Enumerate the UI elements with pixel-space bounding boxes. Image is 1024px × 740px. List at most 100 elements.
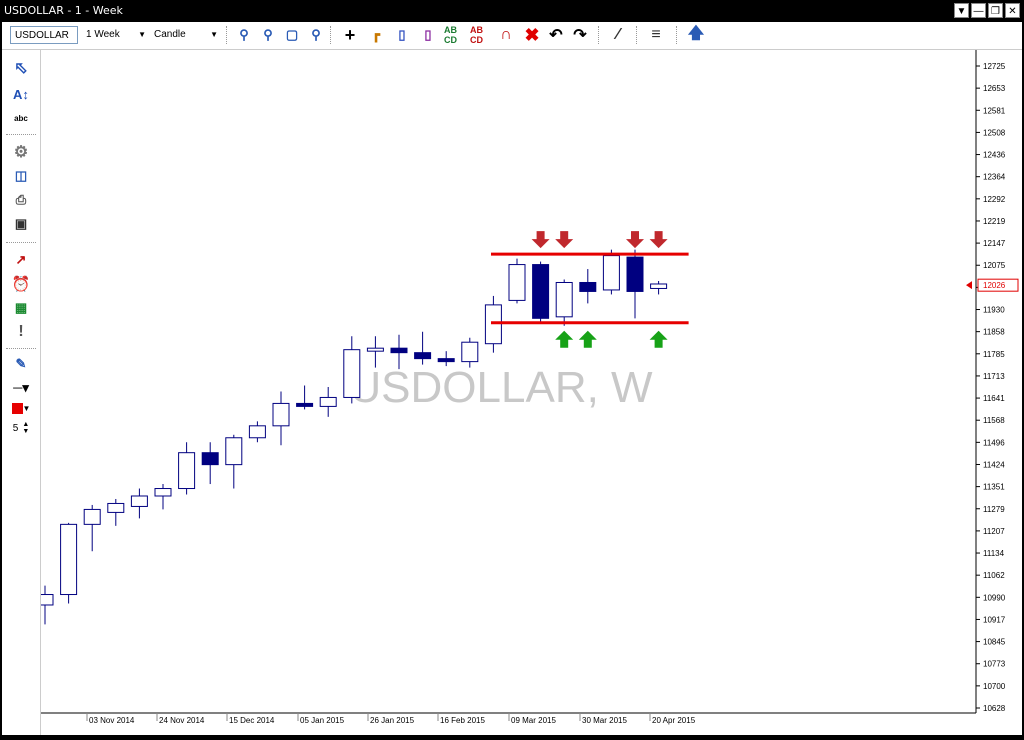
y-tick-label: 10628 xyxy=(983,704,1006,713)
symbol-input[interactable]: USDOLLAR xyxy=(10,26,78,44)
alert-icon[interactable]: ! xyxy=(11,322,31,342)
candle-body[interactable] xyxy=(225,437,243,466)
minimize-button[interactable]: — xyxy=(971,3,986,18)
candle-body[interactable] xyxy=(532,264,550,319)
candle-body[interactable] xyxy=(296,402,314,407)
save-icon[interactable]: ▣ xyxy=(11,214,31,234)
candle-chart-icon[interactable]: ▯ xyxy=(392,25,412,45)
candle-body[interactable] xyxy=(130,495,148,507)
label-icon[interactable]: abc xyxy=(11,108,31,128)
line-style-icon[interactable]: ─▾ xyxy=(11,378,31,398)
indicator-icon[interactable]: ↗ xyxy=(11,250,31,270)
cursor-icon[interactable]: ⬁ xyxy=(11,58,31,78)
x-tick-label: 20 Apr 2015 xyxy=(652,716,696,725)
candle-body[interactable] xyxy=(390,347,408,354)
y-tick-label: 11568 xyxy=(983,416,1005,425)
candle-body[interactable] xyxy=(626,256,644,292)
y-tick-label: 12725 xyxy=(983,62,1006,71)
candle-body[interactable] xyxy=(461,341,479,363)
delete-icon[interactable]: ✖ xyxy=(522,25,542,45)
y-tick-label: 11279 xyxy=(983,505,1005,514)
y-tick-label: 11496 xyxy=(983,438,1005,447)
trendline-icon[interactable]: ∕ xyxy=(608,25,628,45)
candle-body[interactable] xyxy=(650,283,668,289)
candle-body[interactable] xyxy=(366,347,384,352)
abcd-pattern-icon[interactable]: AB CD xyxy=(444,25,464,45)
print-icon[interactable]: ⎙ xyxy=(11,190,31,210)
chevron-down-icon: ▼ xyxy=(22,403,31,413)
abcd-pattern-alt-icon[interactable]: AB CD xyxy=(470,25,490,45)
excel-icon[interactable]: ▦ xyxy=(11,298,31,318)
current-price-label: 12026 xyxy=(983,281,1006,290)
layout-icon[interactable]: ◫ xyxy=(11,166,31,186)
candle-body[interactable] xyxy=(508,264,526,301)
restore-button[interactable]: ❐ xyxy=(988,3,1003,18)
toolbar-separator xyxy=(6,134,36,136)
candle-body[interactable] xyxy=(154,488,172,497)
chart-area[interactable]: 12725 12653 12581 12508 12436 12364 12292 12219… xyxy=(36,50,1022,735)
y-tick-label: 11134 xyxy=(983,549,1005,558)
text-icon[interactable]: A↕ xyxy=(11,84,31,104)
candle-body[interactable] xyxy=(248,425,266,439)
line-width-stepper[interactable]: 5 ▲ ▼ xyxy=(11,418,31,438)
candle-body[interactable] xyxy=(60,523,78,596)
zoom-out-icon[interactable]: ⚲ xyxy=(258,25,278,45)
candle-body[interactable] xyxy=(437,358,455,363)
candle-body[interactable] xyxy=(107,502,125,513)
y-tick-label: 11785 xyxy=(983,350,1005,359)
scroll-up-icon[interactable]: 🡅 xyxy=(686,25,706,45)
toolbar-separator xyxy=(6,242,36,244)
candle-body[interactable] xyxy=(555,281,573,318)
y-tick-label: 10917 xyxy=(983,615,1006,624)
hollow-candle-icon[interactable]: ▯ xyxy=(418,25,438,45)
x-tick-label: 24 Nov 2014 xyxy=(159,716,205,725)
candle-body[interactable] xyxy=(414,352,432,360)
redo-icon[interactable]: ↷ xyxy=(570,25,590,45)
chart-type-select[interactable]: Candle ▼ xyxy=(152,26,220,44)
resistance-touch-arrow xyxy=(649,231,668,249)
chart-watermark: USDOLLAR, W xyxy=(349,363,653,412)
candle-body[interactable] xyxy=(319,396,337,407)
period-value: 1 Week xyxy=(86,29,120,40)
zoom-reset-icon[interactable]: ⚲ xyxy=(306,25,326,45)
candle-body[interactable] xyxy=(36,594,54,606)
settings-icon[interactable]: ⚙ xyxy=(11,142,31,162)
brush-icon[interactable]: ✎ xyxy=(11,354,31,374)
resistance-touch-arrow xyxy=(555,231,574,249)
y-tick-label: 11641 xyxy=(983,394,1005,403)
period-select[interactable]: 1 Week ▼ xyxy=(84,26,148,44)
candle-body[interactable] xyxy=(201,452,219,466)
crosshair-icon[interactable]: + xyxy=(340,25,360,45)
bar-chart-icon[interactable]: ┏ xyxy=(366,25,386,45)
candle-body[interactable] xyxy=(579,281,597,292)
magnet-icon[interactable]: ∩ xyxy=(496,25,516,45)
y-tick-label: 12292 xyxy=(983,195,1006,204)
candle-body[interactable] xyxy=(602,255,620,291)
candle-body[interactable] xyxy=(83,508,101,525)
zoom-in-icon[interactable]: ⚲ xyxy=(234,25,254,45)
color-icon[interactable]: ▼ xyxy=(11,398,31,418)
toolbar-separator xyxy=(636,26,638,44)
resistance-touch-arrow xyxy=(531,231,550,249)
y-tick-label: 12147 xyxy=(983,239,1006,248)
y-tick-label: 11207 xyxy=(983,527,1005,536)
horizontal-lines-icon[interactable]: ≡ xyxy=(646,25,666,45)
y-tick-label: 10845 xyxy=(983,638,1006,647)
candle-body[interactable] xyxy=(343,349,361,398)
line-width-value: 5 xyxy=(12,422,19,434)
alarm-icon[interactable]: ⏰ xyxy=(11,274,31,294)
title-bar: USDOLLAR - 1 - Week ▼ — ❐ ✕ xyxy=(0,0,1024,22)
candle-body[interactable] xyxy=(272,402,290,427)
candlestick-chart[interactable]: 12725 12653 12581 12508 12436 12364 12292 12219… xyxy=(36,50,1022,735)
y-tick-label: 11713 xyxy=(983,372,1005,381)
zoom-area-icon[interactable]: ▢ xyxy=(282,25,302,45)
undo-icon[interactable]: ↶ xyxy=(546,25,566,45)
y-tick-label: 12219 xyxy=(983,217,1006,226)
x-tick-label: 05 Jan 2015 xyxy=(300,716,345,725)
x-tick-label: 03 Nov 2014 xyxy=(89,716,135,725)
candle-body[interactable] xyxy=(178,452,196,490)
pin-button[interactable]: ▼ xyxy=(954,3,969,18)
y-tick-label: 11858 xyxy=(983,328,1005,337)
close-button[interactable]: ✕ xyxy=(1005,3,1020,18)
support-touch-arrow xyxy=(649,330,668,348)
